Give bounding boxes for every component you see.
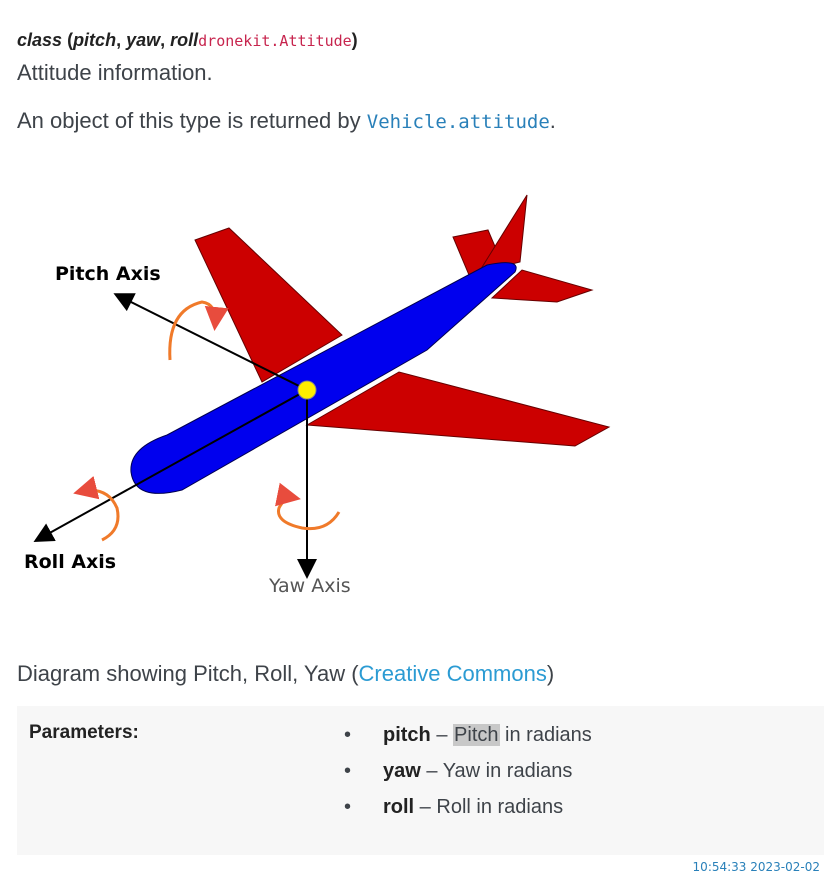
description-summary: Attitude information. [17,60,213,85]
signature-param-yaw: yaw [126,30,161,50]
description-returned-by: An object of this type is returned by Ve… [17,108,556,134]
description-suffix: . [549,108,556,133]
pitch-roll-yaw-diagram: Pitch Axis Roll Axis Yaw Axis [24,194,611,597]
yaw-rotation-arrow [275,482,341,531]
yaw-axis-label: Yaw Axis [268,575,351,597]
fuselage [130,262,517,494]
description-prefix: An object of this type is returned by [17,108,367,133]
signature-classname: dronekit.Attitude [198,32,352,50]
bullet: • [344,796,352,818]
signature-keyword: class [17,30,63,50]
creative-commons-link[interactable]: Creative Commons [359,661,547,686]
parameter-description: Yaw in radians [442,760,573,782]
timestamp: 10:54:33 2023-02-02 [692,860,820,874]
pitch-axis-label: Pitch Axis [55,263,161,285]
caption-prefix: Diagram showing Pitch, Roll, Yaw ( [17,661,359,686]
parameter-name: roll [383,796,415,818]
roll-rotation-arrow [73,475,120,542]
parameters-list: • pitch – Pitch in radians • yaw – Yaw i… [17,724,592,832]
signature-param-roll: roll [170,30,199,50]
class-signature: class (pitch, yaw, rolldronekit.Attitude… [17,30,358,51]
figure-caption: Diagram showing Pitch, Roll, Yaw (Creati… [17,661,554,687]
roll-axis-label: Roll Axis [24,551,116,573]
parameter-description: in radians [499,724,592,746]
parameter-item-roll: • roll – Roll in radians [17,796,592,832]
parameter-name: yaw [383,760,421,782]
parameter-dash: – [420,760,443,782]
center-of-gravity [297,380,317,400]
vehicle-attitude-link[interactable]: Vehicle.attitude [367,111,550,133]
bullet: • [344,760,352,782]
search-highlight: Pitch [453,724,500,746]
parameter-description: Roll in radians [436,796,564,818]
parameter-dash: – [430,724,454,746]
parameter-item-yaw: • yaw – Yaw in radians [17,760,592,796]
caption-suffix: ) [546,661,555,686]
parameter-item-pitch: • pitch – Pitch in radians [17,724,592,760]
parameter-name: pitch [383,724,431,746]
bullet: • [344,724,352,746]
signature-close-paren: ) [351,30,358,50]
signature-sep: , [116,30,127,50]
parameter-dash: – [414,796,437,818]
parameters-table: Parameters: • pitch – Pitch in radians •… [17,706,824,855]
signature-param-pitch: pitch [73,30,117,50]
signature-sep: , [160,30,171,50]
pitch-rotation-arrow [168,300,229,361]
roll-axis-line [33,389,308,542]
